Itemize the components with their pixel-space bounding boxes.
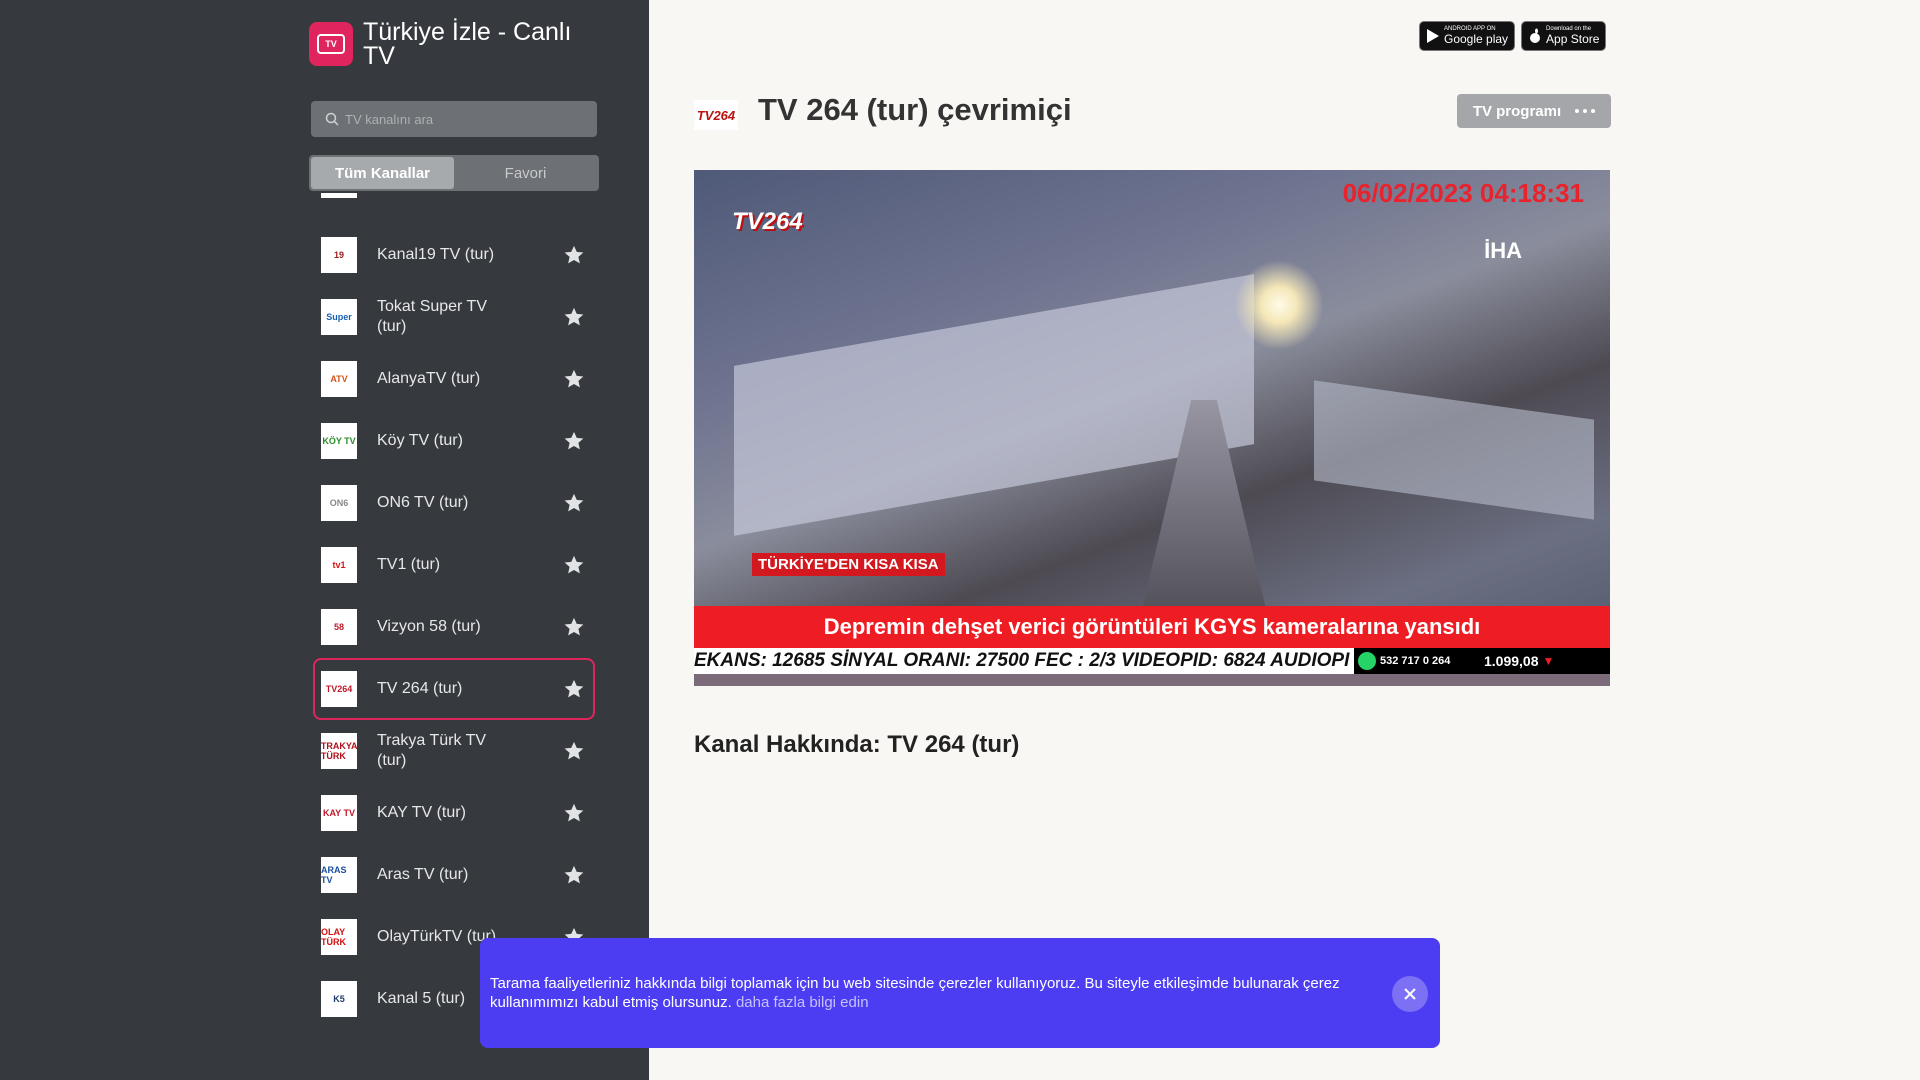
arrow-down-icon: ▼ [1542,654,1555,668]
channel-name: KAY TV (tur) [377,804,466,821]
tab-all-channels[interactable]: Tüm Kanallar [311,157,454,189]
channel-name: ON6 TV (tur) [377,494,469,511]
channel-item[interactable]: ATV AlanyaTV (tur) [313,348,595,410]
video-scene-light [1234,260,1324,350]
more-icon [1575,109,1596,113]
channel-item[interactable]: KAY TV KAY TV (tur) [313,782,595,844]
channel-logo: 19 [321,237,357,273]
cookie-text: Tarama faaliyetleriniz hakkında bilgi to… [490,974,1350,1012]
channel-logo: OLAY TÜRK [321,919,357,955]
channel-logo: Super [321,299,357,335]
channel-item-active[interactable]: TV264 TV 264 (tur) [313,658,595,720]
store-badges: ANDROID APP ON Google play Download on th… [1419,21,1607,51]
google-play-badge[interactable]: ANDROID APP ON Google play [1419,21,1516,51]
tab-favorites[interactable]: Favori [454,157,597,189]
channel-logo: ARAS TV [321,857,357,893]
channel-name: Trakya Türk TV (tur) [377,732,487,769]
star-icon[interactable] [563,802,585,824]
brand[interactable]: TV Türkiye İzle - Canlı TV [309,18,609,70]
badge-big-text: Google play [1444,32,1509,46]
channel-logo [321,193,357,198]
search-box[interactable] [311,101,597,137]
cookie-banner: Tarama faaliyetleriniz hakkında bilgi to… [480,938,1440,1048]
channel-name: Aras TV (tur) [377,866,469,883]
sidebar: TV Türkiye İzle - Canlı TV Tüm Kanallar … [0,0,649,1080]
video-ticker: EKANS: 12685 SİNYAL ORANI: 27500 FEC : 2… [694,648,1354,674]
channel-name: Köy TV (tur) [377,432,463,449]
star-icon[interactable] [563,306,585,328]
channel-name: TV 264 (tur) [377,680,463,697]
video-player[interactable]: 06/02/2023 04:18:31 TV264 İHA TÜRKİYE'DE… [694,170,1610,686]
page-title: TV 264 (tur) çevrimiçi [758,92,1072,127]
app-logo: TV [309,22,353,66]
video-headline: Depremin dehşet verici görüntüleri KGYS … [694,606,1610,648]
search-icon [325,112,339,126]
channel-logo: tv1 [321,547,357,583]
channel-item[interactable]: Super Tokat Super TV (tur) [313,286,595,348]
star-icon[interactable] [563,678,585,700]
tv-logo-icon: TV [317,34,345,54]
video-rate: 1.099,08 ▼ [1480,648,1610,674]
about-title: Kanal Hakkında: TV 264 (tur) [694,731,1020,758]
tv-program-label: TV programı [1472,102,1562,120]
channel-logo: TV264 [321,671,357,707]
channel-item[interactable]: ON6 ON6 TV (tur) [313,472,595,534]
video-scene-roof [1314,380,1594,520]
rate-value: 1.099,08 [1484,653,1539,669]
channel-item[interactable]: KÖY TV Köy TV (tur) [313,410,595,472]
phone-number: 532 717 0 264 [1380,655,1451,667]
star-icon[interactable] [563,740,585,762]
channel-logo: K5 [321,981,357,1017]
channel-item[interactable]: tv1 TV1 (tur) [313,534,595,596]
channel-logo: KAY TV [321,795,357,831]
play-store-icon [1427,29,1439,43]
star-icon[interactable] [563,492,585,514]
whatsapp-icon [1358,652,1376,670]
channel-item[interactable]: 19 Kanal19 TV (tur) [313,224,595,286]
channel-logo: KÖY TV [321,423,357,459]
app-title: Türkiye İzle - Canlı TV [363,18,572,70]
channel-name: AlanyaTV (tur) [377,370,481,387]
cookie-message: Tarama faaliyetleriniz hakkında bilgi to… [490,975,1340,1011]
tv-program-button[interactable]: TV programı [1457,94,1611,128]
channel-logo: ATV [321,361,357,397]
star-icon[interactable] [563,368,585,390]
video-phone: 532 717 0 264 [1354,648,1480,674]
video-segment-label: TÜRKİYE'DEN KISA KISA [752,553,945,576]
channel-logo-header: TV264 [694,100,738,130]
star-icon[interactable] [563,616,585,638]
video-lower-strip [694,674,1610,686]
close-icon [1404,988,1416,1000]
apple-icon [1530,28,1541,43]
channel-name: Vizyon 58 (tur) [377,618,481,635]
channel-item[interactable]: ARAS TV Aras TV (tur) [313,844,595,906]
cookie-learn-more-link[interactable]: daha fazla bilgi edin [736,994,869,1011]
video-channel-bug: TV264 [732,208,803,235]
video-timestamp: 06/02/2023 04:18:31 [1342,178,1584,208]
close-button[interactable] [1392,976,1428,1012]
channel-item[interactable]: TRAKYA TÜRK Trakya Türk TV (tur) [313,720,595,782]
app-store-badge[interactable]: Download on the App Store [1521,21,1607,51]
channel-item[interactable]: 58 Vizyon 58 (tur) [313,596,595,658]
star-icon[interactable] [563,244,585,266]
star-icon[interactable] [563,554,585,576]
channel-name: Tokat Super TV (tur) [377,298,487,335]
star-icon[interactable] [563,430,585,452]
channel-logo: ON6 [321,485,357,521]
channel-name: TV1 (tur) [377,556,441,573]
channel-name: Kanal19 TV (tur) [377,246,495,263]
channel-logo: TRAKYA TÜRK [321,733,357,769]
star-icon[interactable] [563,864,585,886]
channel-logo: 58 [321,609,357,645]
video-agency-logo: İHA [1484,238,1522,263]
search-input[interactable] [345,111,585,127]
badge-big-text: App Store [1546,32,1600,46]
channel-tabs: Tüm Kanallar Favori [309,155,599,191]
